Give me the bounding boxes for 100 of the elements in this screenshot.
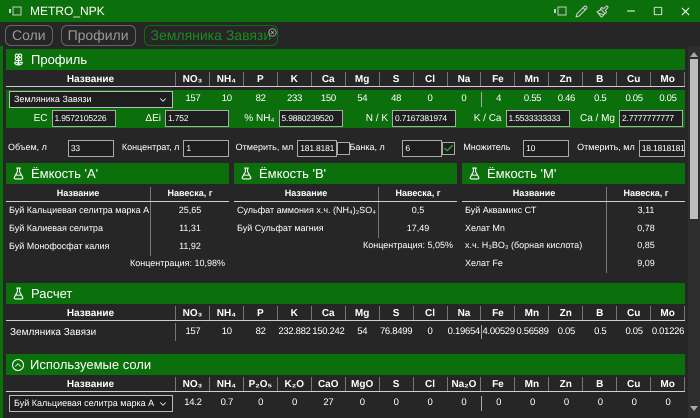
column-header: Zn <box>549 377 584 391</box>
table-cell-text: 0 <box>426 92 434 106</box>
column-header: Cl <box>414 72 448 86</box>
column-header: Cu <box>617 72 652 86</box>
input-field[interactable]: 1 <box>183 140 230 156</box>
column-header: B <box>583 72 618 86</box>
table-cell-text: 0.05 <box>556 324 576 339</box>
table-cell: Хелат Fe <box>462 255 607 273</box>
column-header: Fe <box>481 377 516 391</box>
input-field[interactable]: 2.7777777777 <box>619 110 683 127</box>
table-cell-text: 17,49 <box>406 222 430 236</box>
table-cell-text: 0,5 <box>410 204 426 218</box>
table-cell-text: 0 <box>460 396 468 410</box>
column-header: K <box>278 72 312 86</box>
section-title: Используемые соли <box>30 356 152 374</box>
input-field[interactable]: 1.5533333333 <box>506 110 570 127</box>
column-header: Навеска, г <box>622 186 670 200</box>
table-cell-text: 0 <box>426 396 434 410</box>
table-cell-text: 0.5 <box>593 324 608 339</box>
column-header: S <box>380 72 414 86</box>
column-header: P₂O₅ <box>244 377 278 391</box>
column-header: Навеска, г <box>394 187 442 200</box>
table-cell-text: 3,11 <box>636 204 656 217</box>
table-cell-text: 0.01226 <box>651 324 685 339</box>
dropdown[interactable]: Земляника Завязи <box>9 91 173 108</box>
dropdown[interactable]: Буй Кальциевая селитра марка А <box>9 395 173 412</box>
section-title: Ёмкость 'A' <box>31 164 98 183</box>
input-field[interactable]: 10 <box>523 140 570 156</box>
table-cell-text: 157 <box>184 324 202 339</box>
table-cell-text: 0,78 <box>636 222 656 235</box>
input-label: Множитель <box>463 141 510 154</box>
table-cell-text: 11,31 <box>178 222 202 236</box>
tab[interactable]: Соли <box>5 25 53 46</box>
input-label: Отмерить, мл <box>577 141 635 154</box>
input-field[interactable]: 33 <box>68 140 114 156</box>
input-field[interactable]: 1.9572105226 <box>52 110 116 127</box>
input-field[interactable]: 1.752 <box>165 110 229 127</box>
column-header: Название <box>6 72 176 86</box>
table-cell-text: 0 <box>630 396 638 410</box>
table-cell-text: 150 <box>320 92 337 106</box>
column-header: NO₃ <box>176 306 210 320</box>
column-header: Навеска, г <box>166 187 214 200</box>
column-header: Mo <box>651 306 686 320</box>
input-field[interactable]: 6 <box>402 140 442 156</box>
column-header: Название <box>462 186 607 201</box>
column-header: Cl <box>414 306 448 320</box>
table-cell-text: 0.19654 <box>446 324 481 339</box>
column-header: B <box>583 377 618 391</box>
table-cell-text: 0,85 <box>636 239 656 252</box>
input-field[interactable]: 0.7167381974 <box>392 110 456 127</box>
table-cell-text: 233 <box>286 92 303 106</box>
column-header: Na <box>448 72 482 86</box>
column-header: Mo <box>651 72 686 86</box>
column-header: B <box>583 306 618 320</box>
table-cell-text: 0.46 <box>556 92 576 106</box>
column-header: Cl <box>414 377 448 391</box>
table-cell: Буй Аквамикс СТ <box>462 202 607 220</box>
table-cell: Буй Сульфат магния <box>234 220 379 238</box>
table-cell: Буй Монофосфат калия <box>6 238 151 256</box>
column-header: NH₄ <box>210 72 244 86</box>
ratio-label: EC <box>34 112 48 126</box>
column-header: NO₃ <box>176 72 210 86</box>
column-header: Na₂O <box>448 377 482 391</box>
column-header: Cu <box>617 306 652 320</box>
table-cell: Буй Кальциевая селитра марка А <box>6 202 151 220</box>
table-cell-text: 82 <box>254 324 267 339</box>
column-header: Mo <box>651 377 686 391</box>
table-cell-text: 0.7 <box>220 396 234 410</box>
ratio-label: K / Ca <box>474 112 502 126</box>
column-header: NH₄ <box>210 306 244 320</box>
table-cell: Хелат Mn <box>462 220 607 238</box>
table-cell: 4 <box>480 92 516 107</box>
tab[interactable]: Профили <box>60 25 136 46</box>
column-header: Mn <box>515 377 550 391</box>
concentration-text: Концентрация: 5,05% <box>363 239 454 252</box>
input-field[interactable]: 5.9880239520 <box>278 110 342 127</box>
input-field[interactable]: 181.8181 <box>297 140 338 156</box>
column-header: CaO <box>312 377 346 391</box>
table-cell-text: 76.8499 <box>379 324 414 339</box>
section-title: Ёмкость 'M' <box>487 164 556 183</box>
table-cell-text: 0 <box>460 92 468 106</box>
table-cell-text: 0 <box>257 396 264 410</box>
table-cell-text: 0.55 <box>522 92 542 106</box>
column-header: Mg <box>346 306 380 320</box>
column-header: P <box>244 72 278 86</box>
table-cell: Сульфат аммония х.ч. (NH₄)₂SO₄ <box>234 202 379 220</box>
table-cell-text: 0.56589 <box>516 324 550 339</box>
section-title: Ёмкость 'B' <box>259 164 326 183</box>
table-cell-text: 0 <box>664 396 672 410</box>
table-cell-text: 157 <box>184 92 202 106</box>
input-label: Концентрат, л <box>122 141 180 154</box>
ratio-label: ΔEi <box>145 112 161 126</box>
column-header: Cu <box>617 377 652 391</box>
column-header: Fe <box>481 306 516 320</box>
table-cell: 0 <box>480 396 516 411</box>
column-header: NH₄ <box>210 377 244 391</box>
table-cell-text: 54 <box>356 92 368 106</box>
table-cell-text: 10 <box>220 92 233 106</box>
table-cell-text: 232.882 <box>278 324 312 339</box>
table-cell-text: 14.2 <box>183 396 203 410</box>
